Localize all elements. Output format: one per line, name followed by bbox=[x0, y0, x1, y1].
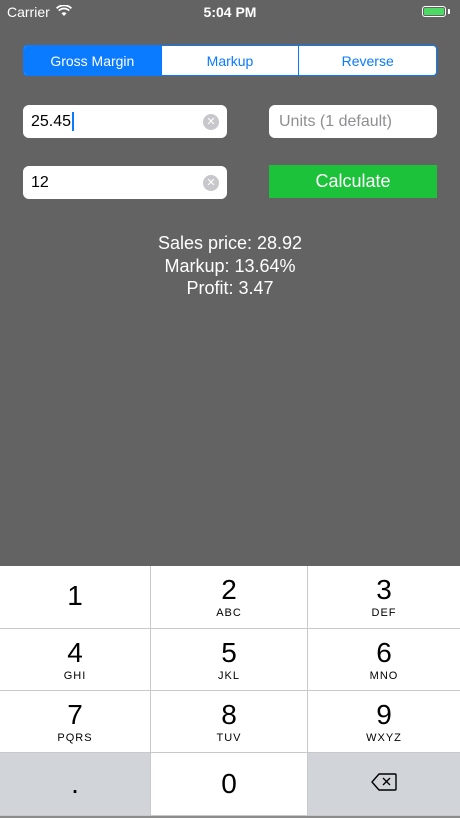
key-digit: 1 bbox=[67, 580, 83, 611]
margin-field[interactable]: 12 ✕ bbox=[23, 166, 227, 199]
key-digit: 6 bbox=[376, 636, 392, 668]
tab-gross-margin[interactable]: Gross Margin bbox=[24, 46, 161, 75]
status-time: 5:04 PM bbox=[203, 4, 257, 20]
key-digit: 4 bbox=[67, 636, 83, 668]
key-letters: TUV bbox=[216, 731, 242, 744]
markup-result: Markup: 13.64% bbox=[164, 255, 296, 276]
key-9[interactable]: 9 WXYZ bbox=[308, 691, 460, 753]
decimal-label: . bbox=[71, 768, 79, 799]
clear-circle-icon[interactable]: ✕ bbox=[203, 114, 219, 130]
clear-circle-icon[interactable]: ✕ bbox=[203, 175, 219, 191]
key-digit: 9 bbox=[376, 698, 392, 730]
key-7[interactable]: 7 PQRS bbox=[0, 691, 151, 753]
battery-tip bbox=[448, 9, 450, 14]
cost-field[interactable]: 25.45 ✕ bbox=[23, 105, 227, 138]
key-letters: ABC bbox=[216, 607, 242, 619]
key-digit: 0 bbox=[221, 768, 237, 799]
margin-value: 12 bbox=[31, 173, 49, 191]
tab-markup[interactable]: Markup bbox=[160, 46, 299, 75]
key-letters: PQRS bbox=[57, 731, 93, 744]
key-4[interactable]: 4 GHI bbox=[0, 629, 151, 691]
key-digit: 5 bbox=[221, 636, 237, 668]
tab-reverse[interactable]: Reverse bbox=[298, 46, 436, 75]
backspace-icon bbox=[371, 772, 397, 796]
key-3[interactable]: 3 DEF bbox=[308, 566, 460, 629]
key-letters: GHI bbox=[63, 669, 87, 682]
key-letters: JKL bbox=[218, 669, 240, 682]
units-input[interactable] bbox=[277, 111, 437, 132]
key-decimal[interactable]: . bbox=[0, 753, 151, 816]
key-1[interactable]: 1 bbox=[0, 566, 151, 629]
key-0[interactable]: 0 bbox=[151, 753, 308, 816]
key-2[interactable]: 2 ABC bbox=[151, 566, 308, 629]
key-letters: MNO bbox=[369, 669, 399, 682]
calculate-button[interactable]: Calculate bbox=[269, 165, 437, 198]
key-5[interactable]: 5 JKL bbox=[151, 629, 308, 691]
key-6[interactable]: 6 MNO bbox=[308, 629, 460, 691]
key-digit: 2 bbox=[221, 574, 237, 605]
battery-icon bbox=[422, 6, 446, 17]
results-panel: Sales price: 28.92 Markup: 13.64% Profit… bbox=[0, 232, 460, 300]
backspace-key[interactable] bbox=[308, 753, 460, 816]
key-8[interactable]: 8 TUV bbox=[151, 691, 308, 753]
profit-result: Profit: 3.47 bbox=[186, 278, 274, 298]
status-bar: Carrier 5:04 PM bbox=[0, 0, 460, 24]
mode-segmented-control: Gross Margin Markup Reverse bbox=[23, 45, 437, 76]
text-cursor bbox=[72, 112, 75, 131]
key-letters: DEF bbox=[371, 607, 397, 619]
key-digit: 8 bbox=[221, 698, 237, 730]
cost-value: 25.45 bbox=[31, 112, 72, 130]
units-field[interactable] bbox=[269, 105, 437, 138]
key-digit: 3 bbox=[376, 574, 392, 605]
numeric-keypad: 1 2 ABC 3 DEF 4 GHI 5 JKL 6 MNO 7 PQRS 8… bbox=[0, 566, 460, 818]
sales-price-result: Sales price: 28.92 bbox=[157, 233, 303, 253]
key-digit: 7 bbox=[67, 698, 83, 730]
key-letters: WXYZ bbox=[366, 731, 402, 744]
